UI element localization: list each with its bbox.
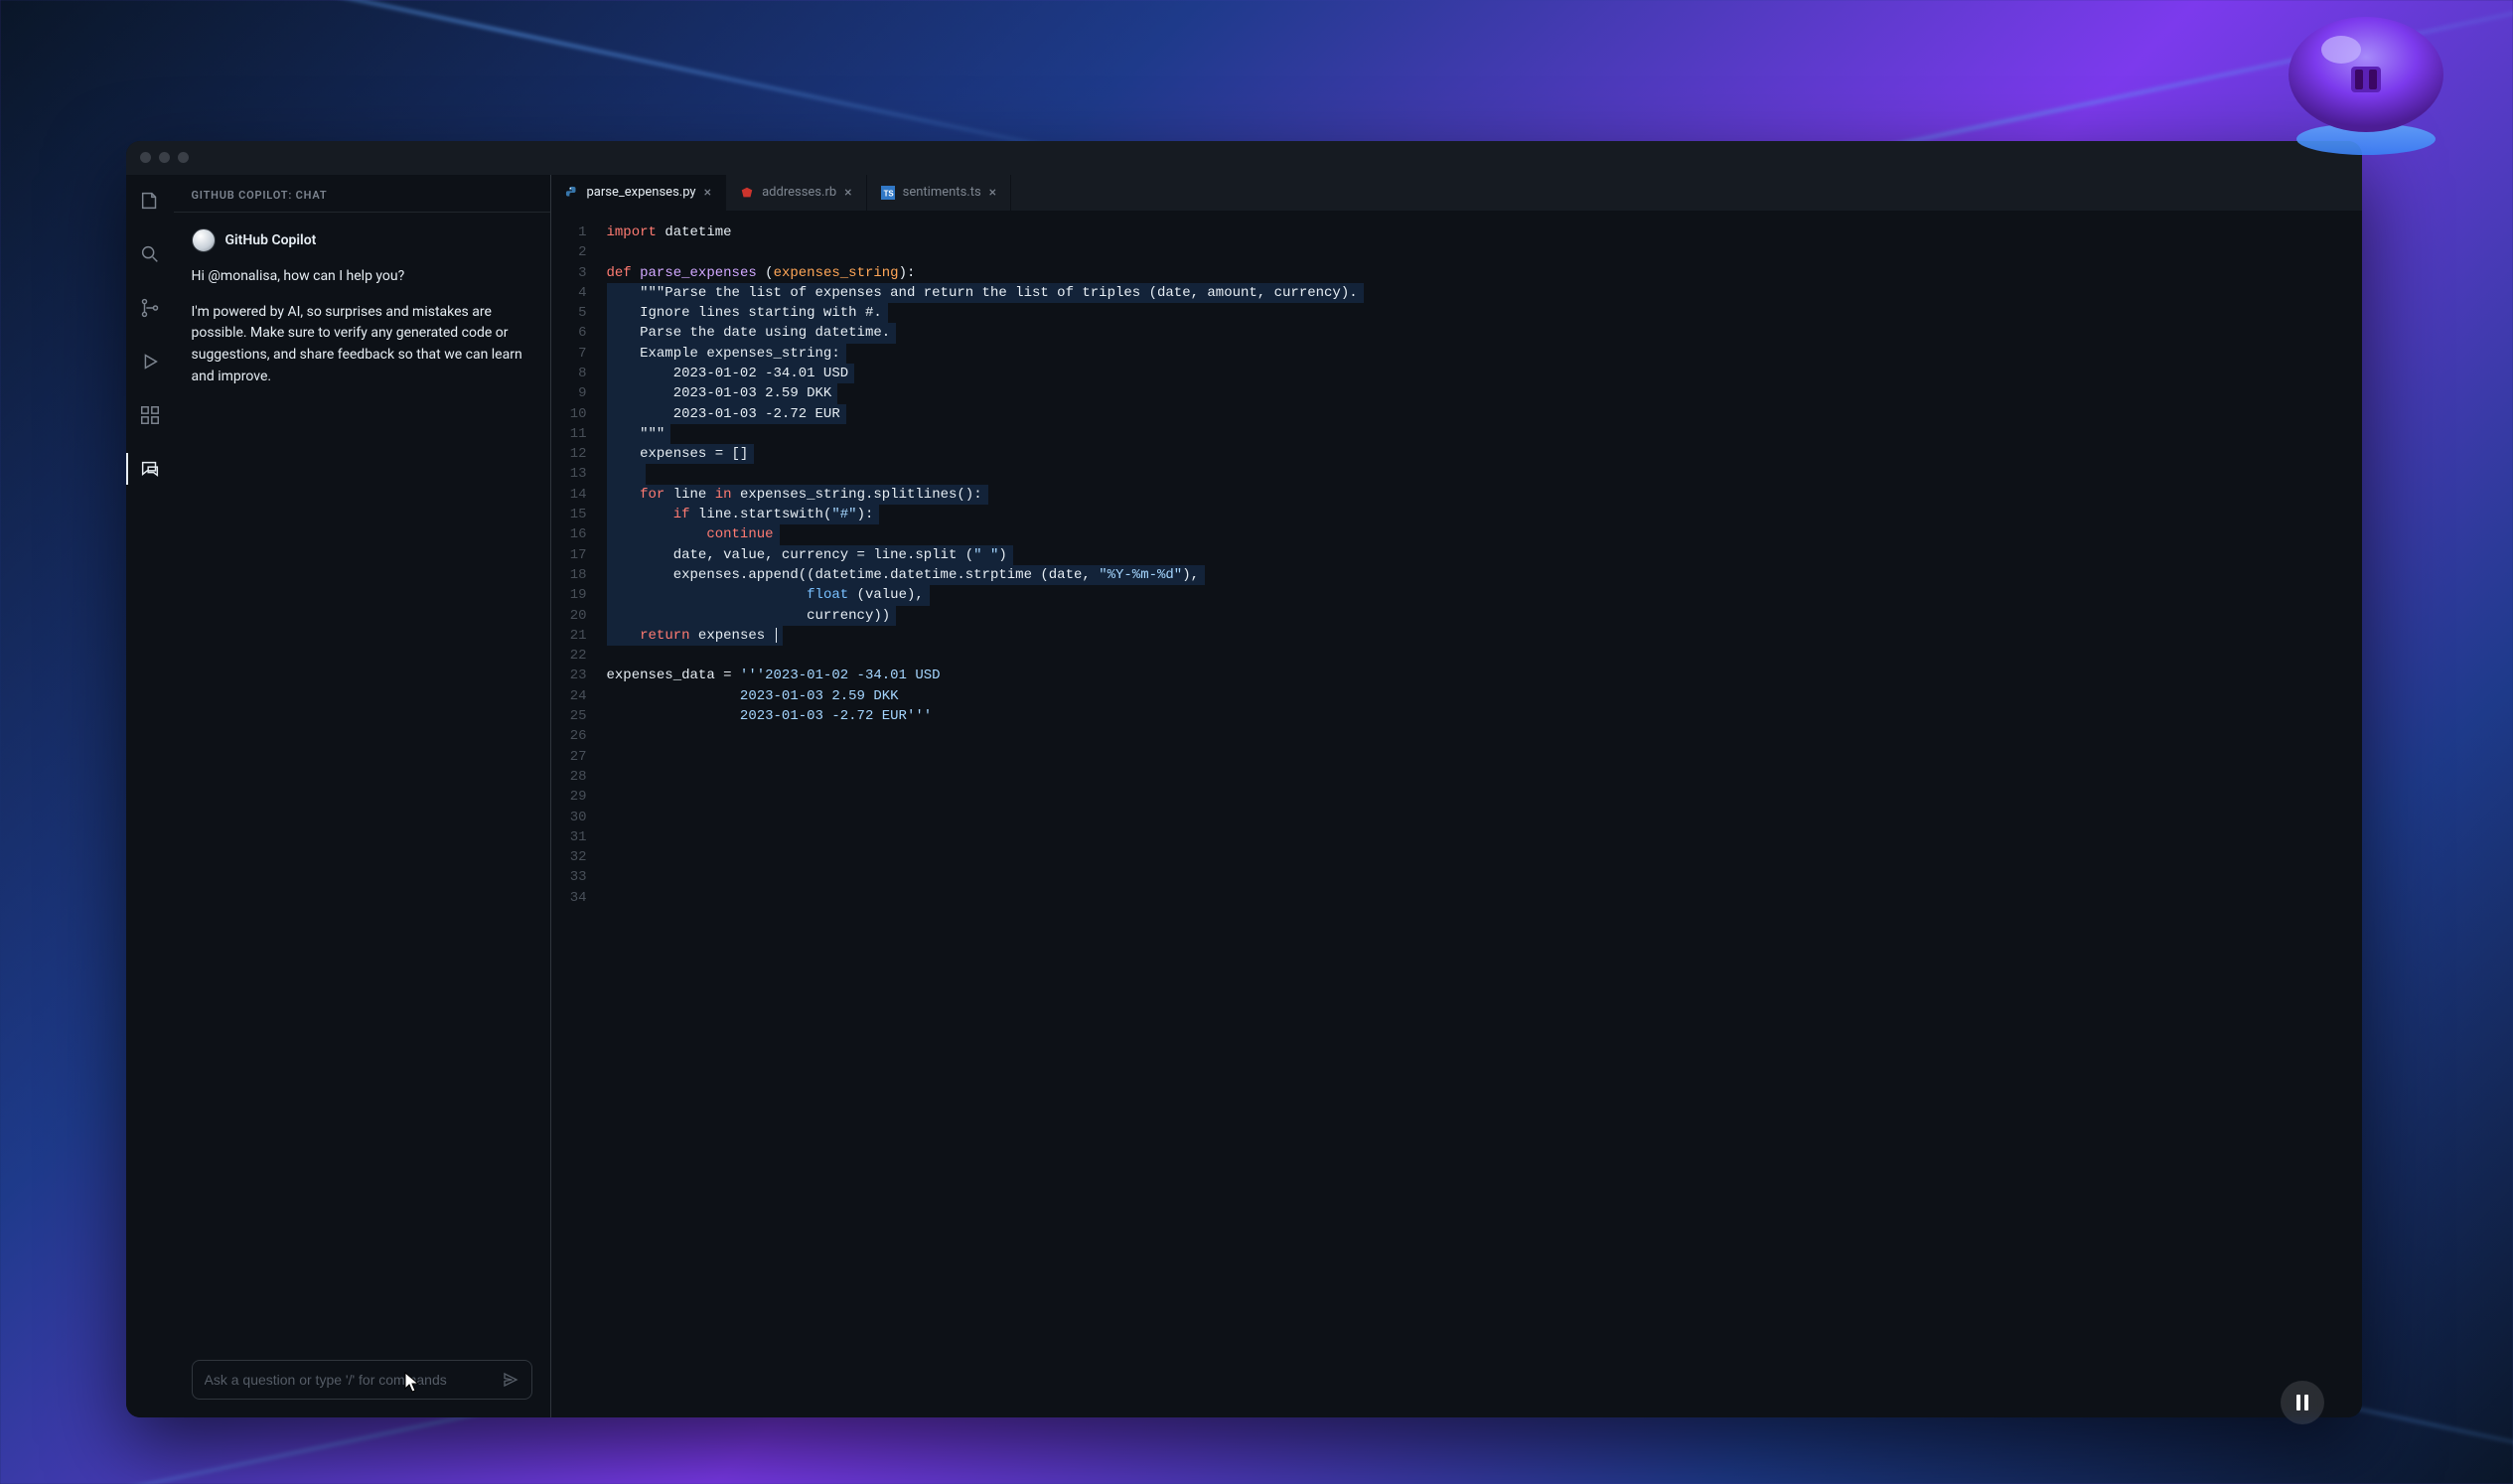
chat-bot-name: GitHub Copilot: [225, 232, 317, 248]
send-button[interactable]: [502, 1371, 519, 1389]
chat-panel-title: GITHUB COPILOT: CHAT: [174, 175, 550, 213]
tab-parse_expenses-py[interactable]: parse_expenses.py ×: [551, 175, 727, 211]
copilot-avatar-icon: [192, 228, 216, 252]
traffic-light-close[interactable]: [140, 152, 151, 163]
file-ruby-icon: [740, 186, 754, 200]
close-icon[interactable]: ×: [989, 185, 996, 201]
activity-search-icon[interactable]: [126, 234, 174, 274]
file-ts-icon: TS: [881, 186, 895, 200]
code-editor[interactable]: 1234567891011121314151617181920212223242…: [551, 211, 2363, 1417]
tab-label: addresses.rb: [762, 185, 836, 200]
code-content[interactable]: import datetime def parse_expenses (expe…: [597, 211, 2363, 1417]
editor-panel: parse_expenses.py × addresses.rb × TS sentime…: [551, 175, 2363, 1417]
chat-input-container: [192, 1360, 532, 1400]
tab-sentiments-ts[interactable]: TS sentiments.ts ×: [867, 175, 1012, 211]
activity-run-debug-icon[interactable]: [126, 342, 174, 381]
traffic-light-minimize[interactable]: [159, 152, 170, 163]
svg-text:TS: TS: [883, 189, 893, 198]
close-icon[interactable]: ×: [704, 185, 711, 201]
tab-label: sentiments.ts: [903, 185, 981, 200]
activity-bar: [126, 175, 174, 1417]
tab-addresses-rb[interactable]: addresses.rb ×: [726, 175, 867, 211]
file-python-icon: [565, 186, 579, 200]
activity-source-control-icon[interactable]: [126, 288, 174, 328]
activity-files-icon[interactable]: [126, 181, 174, 221]
close-icon[interactable]: ×: [844, 185, 851, 201]
activity-chat-icon[interactable]: [126, 449, 174, 489]
line-number-gutter: 1234567891011121314151617181920212223242…: [551, 211, 597, 1417]
chat-input[interactable]: [205, 1372, 502, 1388]
activity-extensions-icon[interactable]: [126, 395, 174, 435]
pause-button[interactable]: [2281, 1381, 2324, 1424]
chat-panel: GITHUB COPILOT: CHAT GitHub Copilot Hi @…: [174, 175, 551, 1417]
chat-greeting: Hi @monalisa, how can I help you?: [192, 266, 532, 288]
tab-label: parse_expenses.py: [587, 185, 696, 200]
window-titlebar: [126, 141, 2363, 175]
editor-window: GITHUB COPILOT: CHAT GitHub Copilot Hi @…: [126, 141, 2363, 1417]
traffic-light-zoom[interactable]: [178, 152, 189, 163]
chat-intro: I'm powered by AI, so surprises and mist…: [192, 302, 532, 388]
editor-tabs: parse_expenses.py × addresses.rb × TS sentime…: [551, 175, 2363, 211]
